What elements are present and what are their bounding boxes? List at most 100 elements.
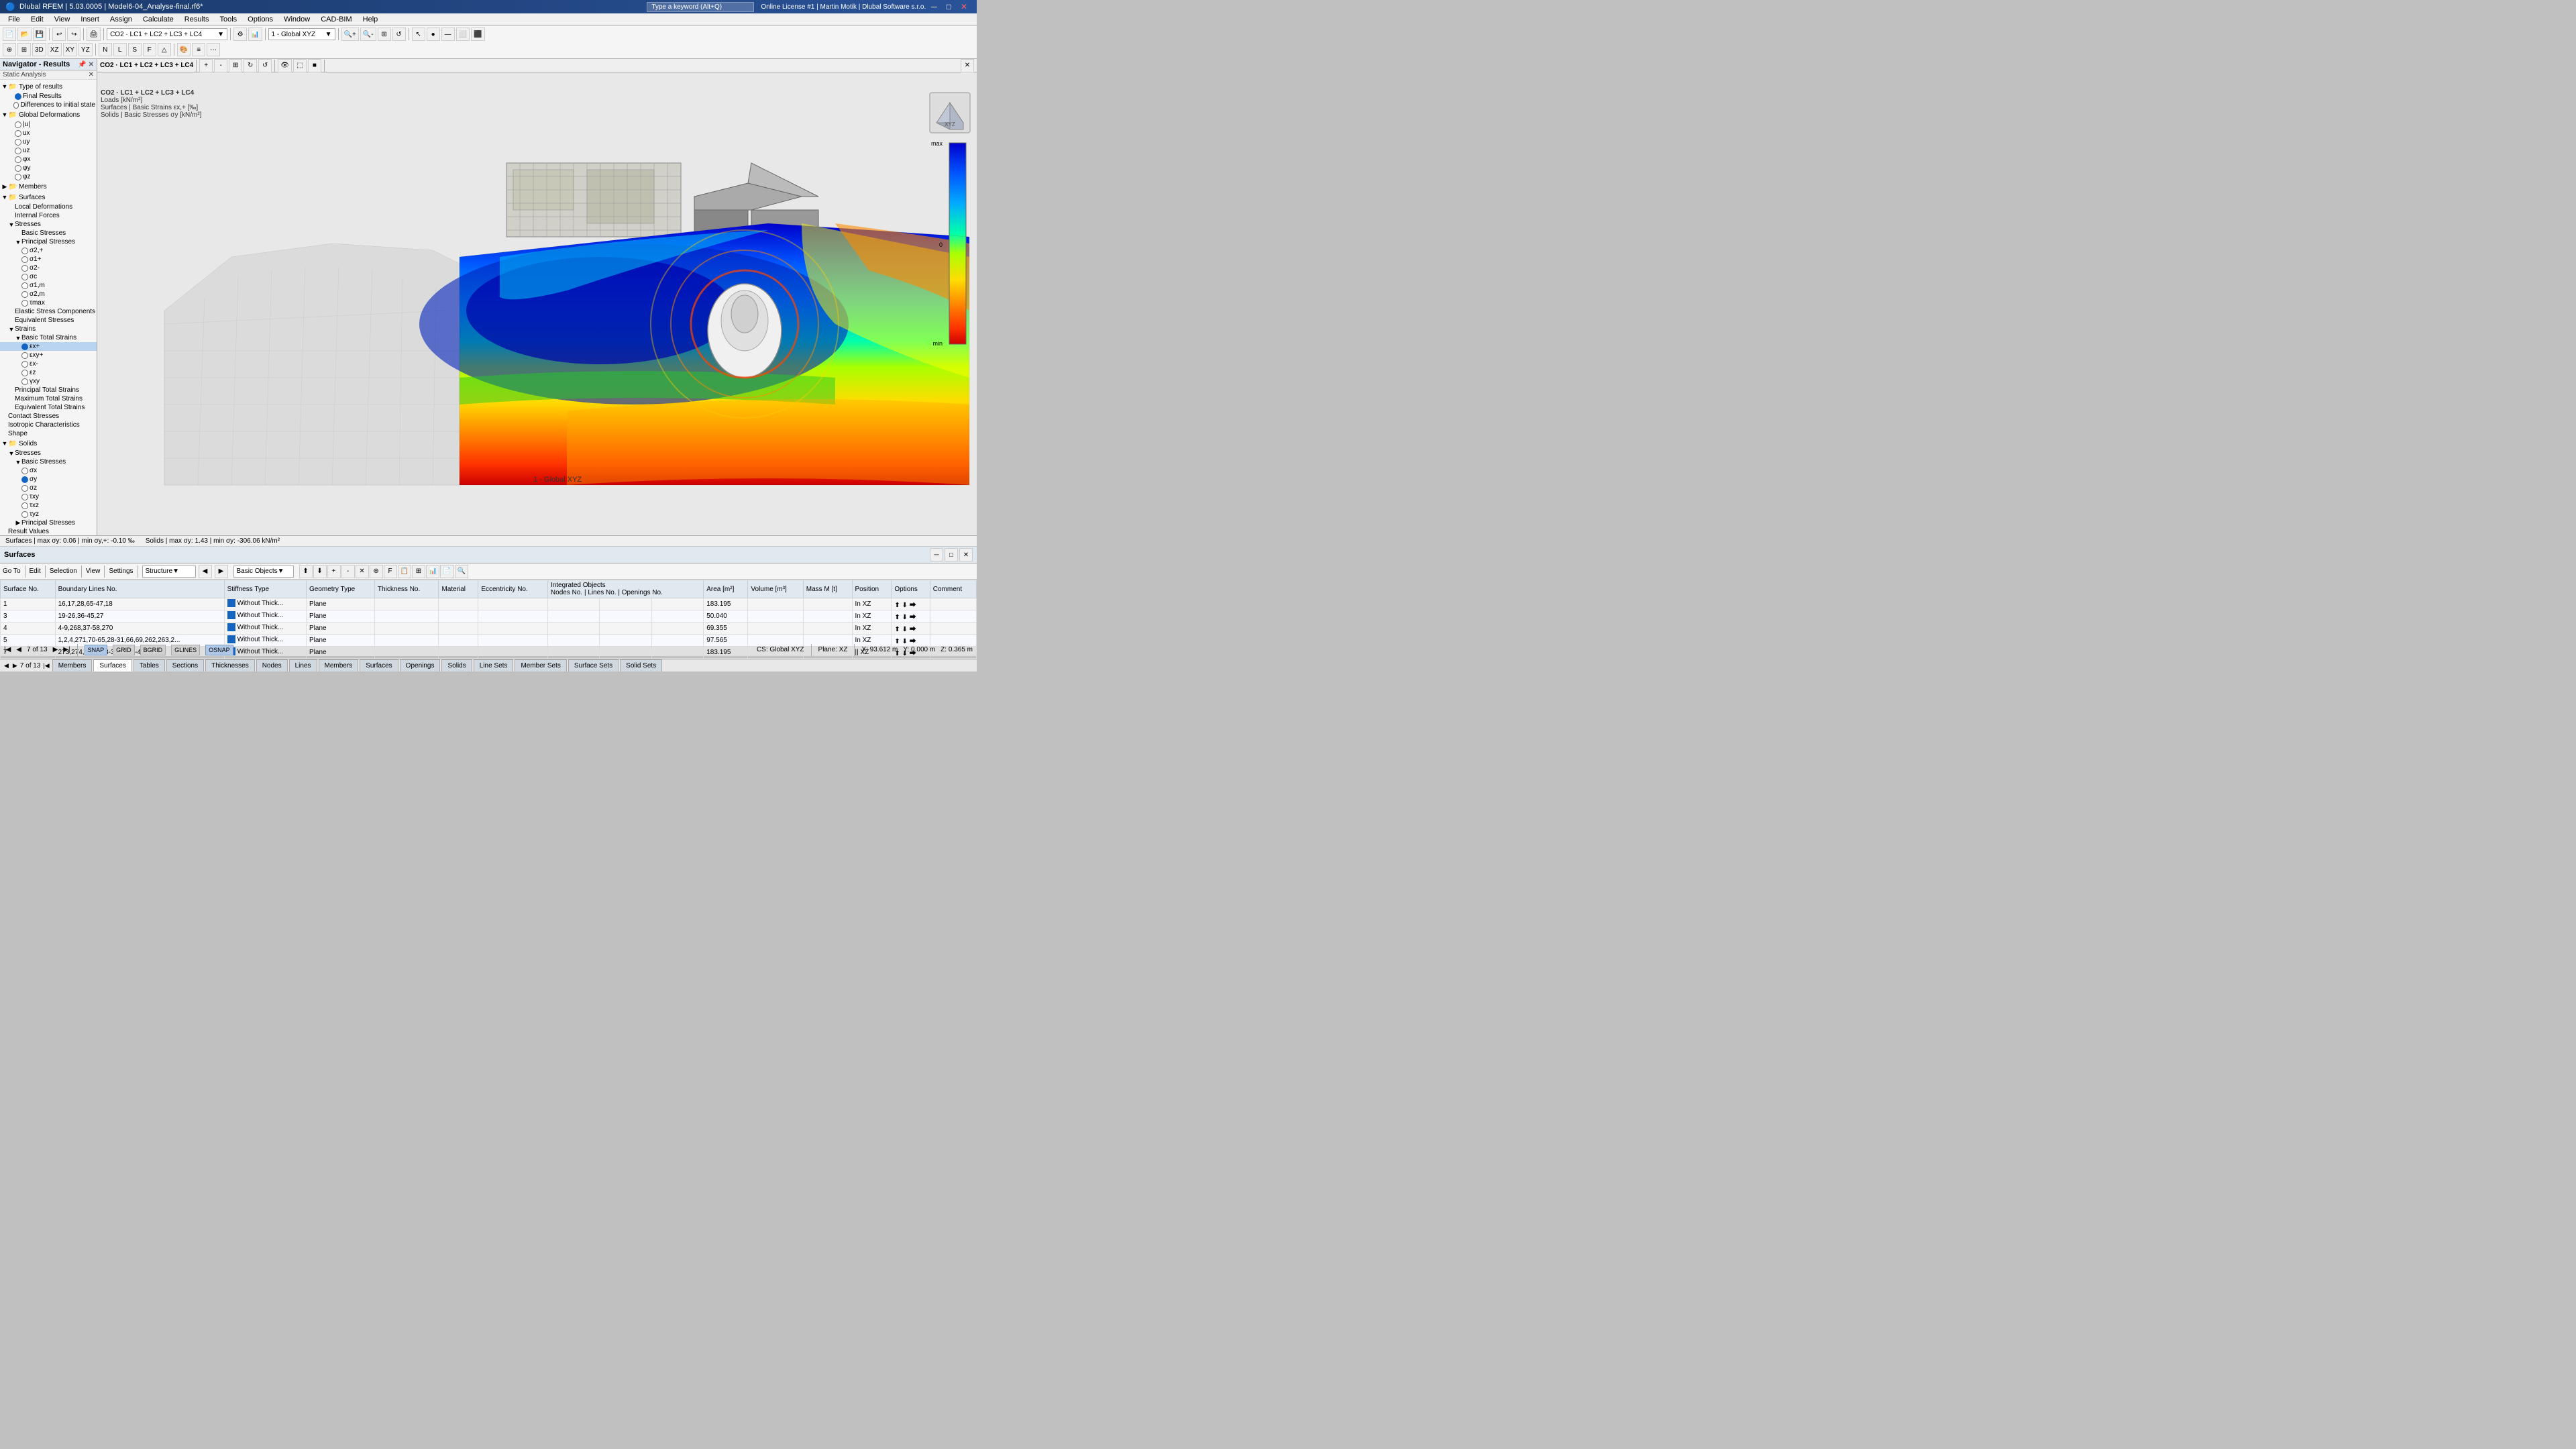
- vp-close[interactable]: ✕: [961, 59, 974, 72]
- tree-type-of-results[interactable]: ▼ 📁 Type of results: [0, 81, 97, 92]
- view-cube[interactable]: XYZ: [926, 89, 973, 136]
- radio-tyz[interactable]: [21, 511, 28, 518]
- tree-phiy[interactable]: φy: [0, 164, 97, 172]
- view-dropdown[interactable]: 1 - Global XYZ ▼: [268, 28, 335, 40]
- surfaces-edit[interactable]: Edit: [30, 568, 41, 575]
- tab-solidsets[interactable]: Solid Sets: [620, 659, 662, 672]
- surf-btn-6[interactable]: ⊕: [370, 565, 383, 578]
- tree-solids-tyz[interactable]: τyz: [0, 510, 97, 519]
- col-surface-no[interactable]: Surface No.: [1, 580, 56, 598]
- osnap-status-btn[interactable]: OSNAP: [205, 645, 233, 655]
- node-button[interactable]: ●: [427, 28, 440, 41]
- radio-s1m[interactable]: [21, 282, 28, 289]
- radio-phix[interactable]: [15, 156, 21, 163]
- zoom-in-button[interactable]: 🔍+: [341, 28, 359, 41]
- radio-txy[interactable]: [21, 494, 28, 500]
- tree-ux[interactable]: ux: [0, 129, 97, 138]
- color-scheme-button[interactable]: 🎨: [177, 43, 191, 56]
- status-next[interactable]: ▶|: [63, 646, 70, 653]
- table-row[interactable]: 44-9,268,37-58,270Without Thick...Plane6…: [1, 623, 977, 635]
- view-xy-button[interactable]: XY: [63, 43, 77, 56]
- col-nodes[interactable]: Integrated ObjectsNodes No. | Lines No. …: [547, 580, 703, 598]
- col-geometry[interactable]: Geometry Type: [307, 580, 375, 598]
- vp-fit[interactable]: ⊞: [229, 59, 242, 72]
- display-surfaces-button[interactable]: S: [128, 43, 142, 56]
- results-button[interactable]: 📊: [248, 28, 262, 41]
- tree-epsx-plus[interactable]: εx+: [0, 342, 97, 351]
- zoom-out-button[interactable]: 🔍-: [360, 28, 376, 41]
- radio-s2m[interactable]: [21, 265, 28, 272]
- status-prev[interactable]: |◀: [4, 646, 11, 653]
- tab-surfaces2[interactable]: Surfaces: [360, 659, 398, 672]
- calc-button[interactable]: ⚙: [233, 28, 247, 41]
- menu-cad-bim[interactable]: CAD-BIM: [315, 13, 357, 25]
- status-nav-prev[interactable]: ◀: [16, 646, 21, 653]
- tree-phix[interactable]: φx: [0, 155, 97, 164]
- surf-btn-2[interactable]: ⬇: [313, 565, 327, 578]
- vp-zoom-in[interactable]: +: [199, 59, 213, 72]
- tree-result-values[interactable]: Result Values: [0, 527, 97, 535]
- surf-btn-9[interactable]: ⊞: [412, 565, 425, 578]
- structure-dropdown[interactable]: Structure ▼: [142, 566, 196, 578]
- menu-insert[interactable]: Insert: [75, 13, 105, 25]
- open-button[interactable]: 📂: [17, 28, 31, 41]
- vp-zoom-out[interactable]: -: [214, 59, 227, 72]
- undo-button[interactable]: ↩: [52, 28, 66, 41]
- radio-s2p[interactable]: [21, 248, 28, 254]
- print-button[interactable]: 🖨: [87, 28, 101, 41]
- tree-internal-forces[interactable]: Internal Forces: [0, 211, 97, 220]
- st-next[interactable]: ▶: [215, 565, 228, 578]
- radio-tmax[interactable]: [21, 300, 28, 307]
- nav-sub-close[interactable]: ✕: [89, 71, 94, 78]
- tree-equiv-stresses[interactable]: Equivalent Stresses: [0, 316, 97, 325]
- tree-solids-txz[interactable]: τxz: [0, 501, 97, 510]
- glines-status-btn[interactable]: GLINES: [171, 645, 200, 655]
- tree-shape[interactable]: Shape: [0, 429, 97, 438]
- col-boundary[interactable]: Boundary Lines No.: [55, 580, 224, 598]
- load-case-dropdown[interactable]: CO2 · LC1 + LC2 + LC3 + LC4 ▼: [107, 28, 227, 40]
- vp-wireframe[interactable]: ⬚: [293, 59, 307, 72]
- tree-epsxy-plus[interactable]: εxy+: [0, 351, 97, 360]
- col-comment[interactable]: Comment: [930, 580, 976, 598]
- tree-contact-stresses[interactable]: Contact Stresses: [0, 412, 97, 421]
- radio-sz[interactable]: [21, 485, 28, 492]
- tree-solids-basic-stresses[interactable]: ▼ Basic Stresses: [0, 458, 97, 466]
- viewport[interactable]: CO2 · LC1 + LC2 + LC3 + LC4 + - ⊞ ↻ ↺ 👁 …: [97, 59, 977, 535]
- radio-gxy[interactable]: [21, 378, 28, 385]
- tree-uy[interactable]: uy: [0, 138, 97, 146]
- col-area[interactable]: Area [m²]: [704, 580, 748, 598]
- radio-sc[interactable]: [21, 274, 28, 280]
- tree-isotropic[interactable]: Isotropic Characteristics: [0, 421, 97, 429]
- surfaces-goto[interactable]: Go To: [3, 568, 21, 575]
- radio-sy[interactable]: [21, 476, 28, 483]
- surf-btn-10[interactable]: 📊: [426, 565, 439, 578]
- radio-phiy[interactable]: [15, 165, 21, 172]
- tree-solids-sx[interactable]: σx: [0, 466, 97, 475]
- tree-sigma2mm[interactable]: σ2,m: [0, 290, 97, 299]
- menu-options[interactable]: Options: [242, 13, 278, 25]
- tree-solids-txy[interactable]: τxy: [0, 492, 97, 501]
- tab-membersets[interactable]: Member Sets: [515, 659, 566, 672]
- radio-u[interactable]: [15, 121, 21, 128]
- menu-help[interactable]: Help: [358, 13, 384, 25]
- col-thickness[interactable]: Thickness No.: [374, 580, 439, 598]
- tree-local-deformations[interactable]: Local Deformations: [0, 203, 97, 211]
- tab-linesets[interactable]: Line Sets: [474, 659, 514, 672]
- redo-button[interactable]: ↪: [67, 28, 80, 41]
- tree-elastic-stress[interactable]: Elastic Stress Components: [0, 307, 97, 316]
- solid-button[interactable]: ⬛: [471, 28, 484, 41]
- tab-solids[interactable]: Solids: [441, 659, 472, 672]
- tree-solids-sy[interactable]: σy: [0, 475, 97, 484]
- tab-thicknesses[interactable]: Thicknesses: [205, 659, 255, 672]
- minimize-button[interactable]: ─: [927, 1, 941, 13]
- tree-principal-total-strains[interactable]: Principal Total Strains: [0, 386, 97, 394]
- select-button[interactable]: ↖: [412, 28, 425, 41]
- surf-btn-3[interactable]: +: [327, 565, 341, 578]
- tab-nodes[interactable]: Nodes: [256, 659, 288, 672]
- radio-s1p[interactable]: [21, 256, 28, 263]
- surf-btn-1[interactable]: ⬆: [299, 565, 313, 578]
- tree-taumax[interactable]: τmax: [0, 299, 97, 307]
- view-xz-button[interactable]: XZ: [48, 43, 62, 56]
- basic-objects-dropdown[interactable]: Basic Objects ▼: [233, 566, 294, 578]
- radio-differences[interactable]: [13, 102, 19, 109]
